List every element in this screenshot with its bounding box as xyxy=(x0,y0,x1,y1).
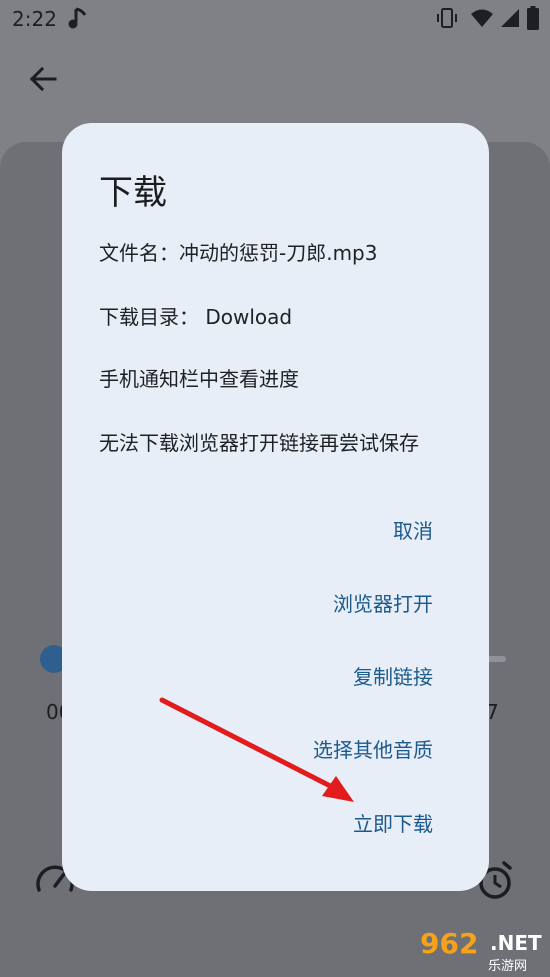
back-arrow-icon[interactable] xyxy=(28,64,58,94)
cancel-button[interactable]: 取消 xyxy=(393,515,433,544)
notification-hint-text: 手机通知栏中查看进度 xyxy=(99,367,299,391)
watermark-number: 962 xyxy=(420,927,479,960)
status-bar: 2:22 xyxy=(0,0,550,36)
status-time: 2:22 xyxy=(12,7,57,31)
open-in-browser-button[interactable]: 浏览器打开 xyxy=(333,588,433,617)
browser-fallback-text: 无法下载浏览器打开链接再尝试保存 xyxy=(99,431,419,455)
copy-link-button[interactable]: 复制链接 xyxy=(353,661,433,690)
dialog-title: 下载 xyxy=(99,173,167,213)
music-note-icon xyxy=(68,7,87,29)
filename-text: 文件名：冲动的惩罚-刀郎.mp3 xyxy=(99,241,378,265)
annotation-arrow-icon xyxy=(159,697,354,802)
battery-icon xyxy=(527,6,539,30)
wifi-icon xyxy=(471,9,493,27)
watermark-suffix: .NET xyxy=(490,931,542,955)
signal-icon xyxy=(501,9,519,27)
download-dir-text: 下载目录： Dowload xyxy=(99,305,293,329)
vibrate-icon xyxy=(437,8,457,28)
watermark-sub: 乐游网 xyxy=(488,959,528,974)
watermark-logo: 962 .NET 乐游网 xyxy=(414,925,544,974)
